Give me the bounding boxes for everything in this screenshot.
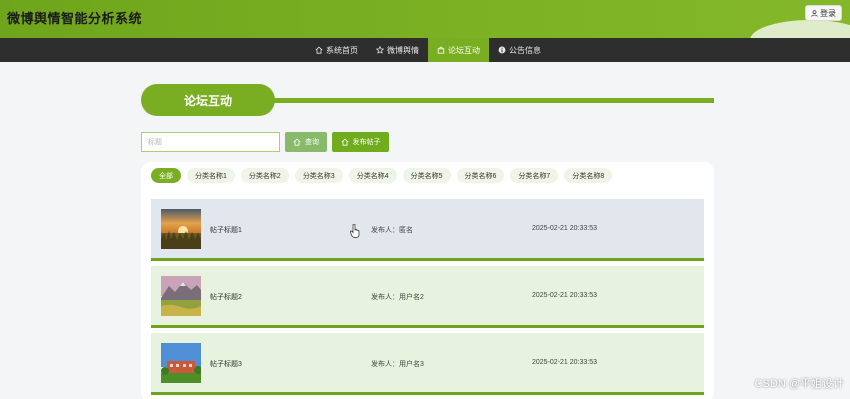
nav-item-notice[interactable]: 公告信息 <box>489 38 550 62</box>
category-tab[interactable]: 分类名称3 <box>294 168 343 183</box>
nav-label: 微博舆情 <box>387 45 419 55</box>
post-row[interactable]: 帖子标题1 发布人： 匿名 2025-02-21 20:33:53 <box>151 199 704 261</box>
mountain-meadow-image <box>161 276 201 316</box>
login-button[interactable]: 登录 <box>805 5 842 21</box>
post-title[interactable]: 帖子标题2 <box>210 292 242 302</box>
info-icon <box>498 46 506 54</box>
main-nav: 系统首页 微博舆情 论坛互动 公告信息 <box>0 38 850 62</box>
post-author: 匿名 <box>399 227 413 234</box>
header-bar: 微博舆情智能分析系统 登录 <box>0 0 850 38</box>
hand-cursor-icon <box>350 224 360 238</box>
post-thumbnail[interactable] <box>161 209 201 249</box>
new-post-button[interactable]: 发布帖子 <box>332 132 389 152</box>
category-tabs: 全部 分类名称1 分类名称2 分类名称3 分类名称4 分类名称5 分类名称6 分… <box>151 168 613 183</box>
title-search-input[interactable] <box>141 132 280 152</box>
post-title[interactable]: 帖子标题1 <box>210 225 242 235</box>
header-decoration <box>750 20 850 38</box>
watermark: CSDN @平姐设计 <box>754 378 844 390</box>
post-author: 用户名3 <box>399 361 424 368</box>
home-icon <box>315 46 323 54</box>
nav-label: 论坛互动 <box>448 45 480 55</box>
category-tab[interactable]: 分类名称4 <box>348 168 397 183</box>
post-thumbnail[interactable] <box>161 343 201 383</box>
post-time: 2025-02-21 20:33:53 <box>532 225 597 232</box>
category-tab[interactable]: 分类名称8 <box>564 168 613 183</box>
post-author-label: 发布人： <box>371 294 399 301</box>
campus-building-image <box>161 343 201 383</box>
sunset-field-image <box>161 209 201 249</box>
category-tab-all[interactable]: 全部 <box>151 168 181 183</box>
category-tab[interactable]: 分类名称1 <box>187 168 235 183</box>
site-title: 微博舆情智能分析系统 <box>7 11 143 26</box>
post-title[interactable]: 帖子标题3 <box>210 359 242 369</box>
nav-label: 公告信息 <box>509 45 541 55</box>
category-tab[interactable]: 分类名称7 <box>510 168 559 183</box>
post-row[interactable]: 帖子标题2 发布人： 用户名2 2025-02-21 20:33:53 <box>151 266 704 328</box>
bag-icon <box>437 46 445 54</box>
nav-item-forum[interactable]: 论坛互动 <box>428 38 489 62</box>
user-icon <box>811 9 818 17</box>
post-time: 2025-02-21 20:33:53 <box>532 359 597 366</box>
nav-label: 系统首页 <box>326 45 358 55</box>
section-divider <box>272 98 714 103</box>
post-thumbnail[interactable] <box>161 276 201 316</box>
login-label: 登录 <box>820 8 836 18</box>
nav-item-home[interactable]: 系统首页 <box>306 38 367 62</box>
post-row[interactable]: 帖子标题3 发布人： 用户名3 2025-02-21 20:33:53 <box>151 333 704 395</box>
category-tab[interactable]: 分类名称5 <box>402 168 451 183</box>
section-title: 论坛互动 <box>141 84 275 116</box>
post-time: 2025-02-21 20:33:53 <box>532 292 597 299</box>
home-icon <box>341 138 348 146</box>
new-post-label: 发布帖子 <box>352 139 381 146</box>
star-icon <box>376 46 384 54</box>
post-author-label: 发布人： <box>371 361 399 368</box>
home-icon <box>293 138 301 146</box>
post-author-label: 发布人： <box>371 227 399 234</box>
query-button[interactable]: 查询 <box>285 132 327 152</box>
post-author: 用户名2 <box>399 294 424 301</box>
nav-item-weibo[interactable]: 微博舆情 <box>367 38 428 62</box>
category-tab[interactable]: 分类名称2 <box>240 168 289 183</box>
category-tab[interactable]: 分类名称6 <box>456 168 505 183</box>
query-label: 查询 <box>305 139 319 146</box>
